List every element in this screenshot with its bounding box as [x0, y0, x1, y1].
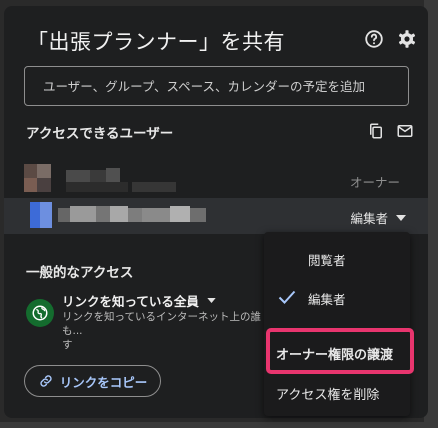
role-menu: 閲覧者 編集者 オーナー権限の譲渡 アクセス権を削除	[264, 232, 410, 416]
add-people-input[interactable]	[41, 77, 392, 95]
menu-item-editor[interactable]: 編集者	[308, 289, 438, 308]
general-access-description-line2: す	[62, 339, 73, 351]
caret-down-icon	[396, 214, 406, 221]
highlight-box	[266, 328, 414, 374]
mail-icon[interactable]	[396, 122, 414, 140]
editor-role-label: 編集者	[350, 211, 388, 226]
editor-role-dropdown[interactable]: 編集者	[350, 208, 406, 227]
backdrop-bottom	[0, 422, 438, 428]
people-section-label: アクセスできるユーザー	[26, 126, 174, 142]
copy-icon[interactable]	[367, 122, 385, 140]
caret-down-icon	[207, 298, 216, 303]
general-access-description-line1: リンクを知っているインターネット上の誰も...	[62, 311, 261, 337]
copy-link-label: リンクをコピー	[59, 374, 148, 390]
help-circle-icon[interactable]	[363, 28, 385, 50]
owner-role-label: オーナー	[349, 175, 400, 190]
person-row-editor[interactable]: 編集者	[4, 198, 428, 234]
dialog-title: 「出張プランナー」を共有	[27, 30, 285, 54]
general-access-label: 一般的なアクセス	[26, 265, 134, 281]
check-icon	[278, 290, 296, 304]
globe-icon	[26, 299, 54, 327]
menu-item-viewer[interactable]: 閲覧者	[308, 250, 438, 269]
gear-icon[interactable]	[396, 28, 418, 50]
link-icon	[40, 375, 52, 387]
add-people-input-box[interactable]	[24, 66, 409, 106]
copy-link-button[interactable]: リンクをコピー	[24, 365, 161, 397]
general-access-setting: リンクを知っている全員	[62, 294, 199, 309]
general-access-dropdown[interactable]: リンクを知っている全員	[62, 291, 216, 310]
menu-item-remove-access[interactable]: アクセス権を削除	[276, 384, 422, 403]
general-access-description: リンクを知っているインターネット上の誰も... す	[62, 310, 277, 352]
person-row-owner: オーナー	[4, 162, 428, 198]
